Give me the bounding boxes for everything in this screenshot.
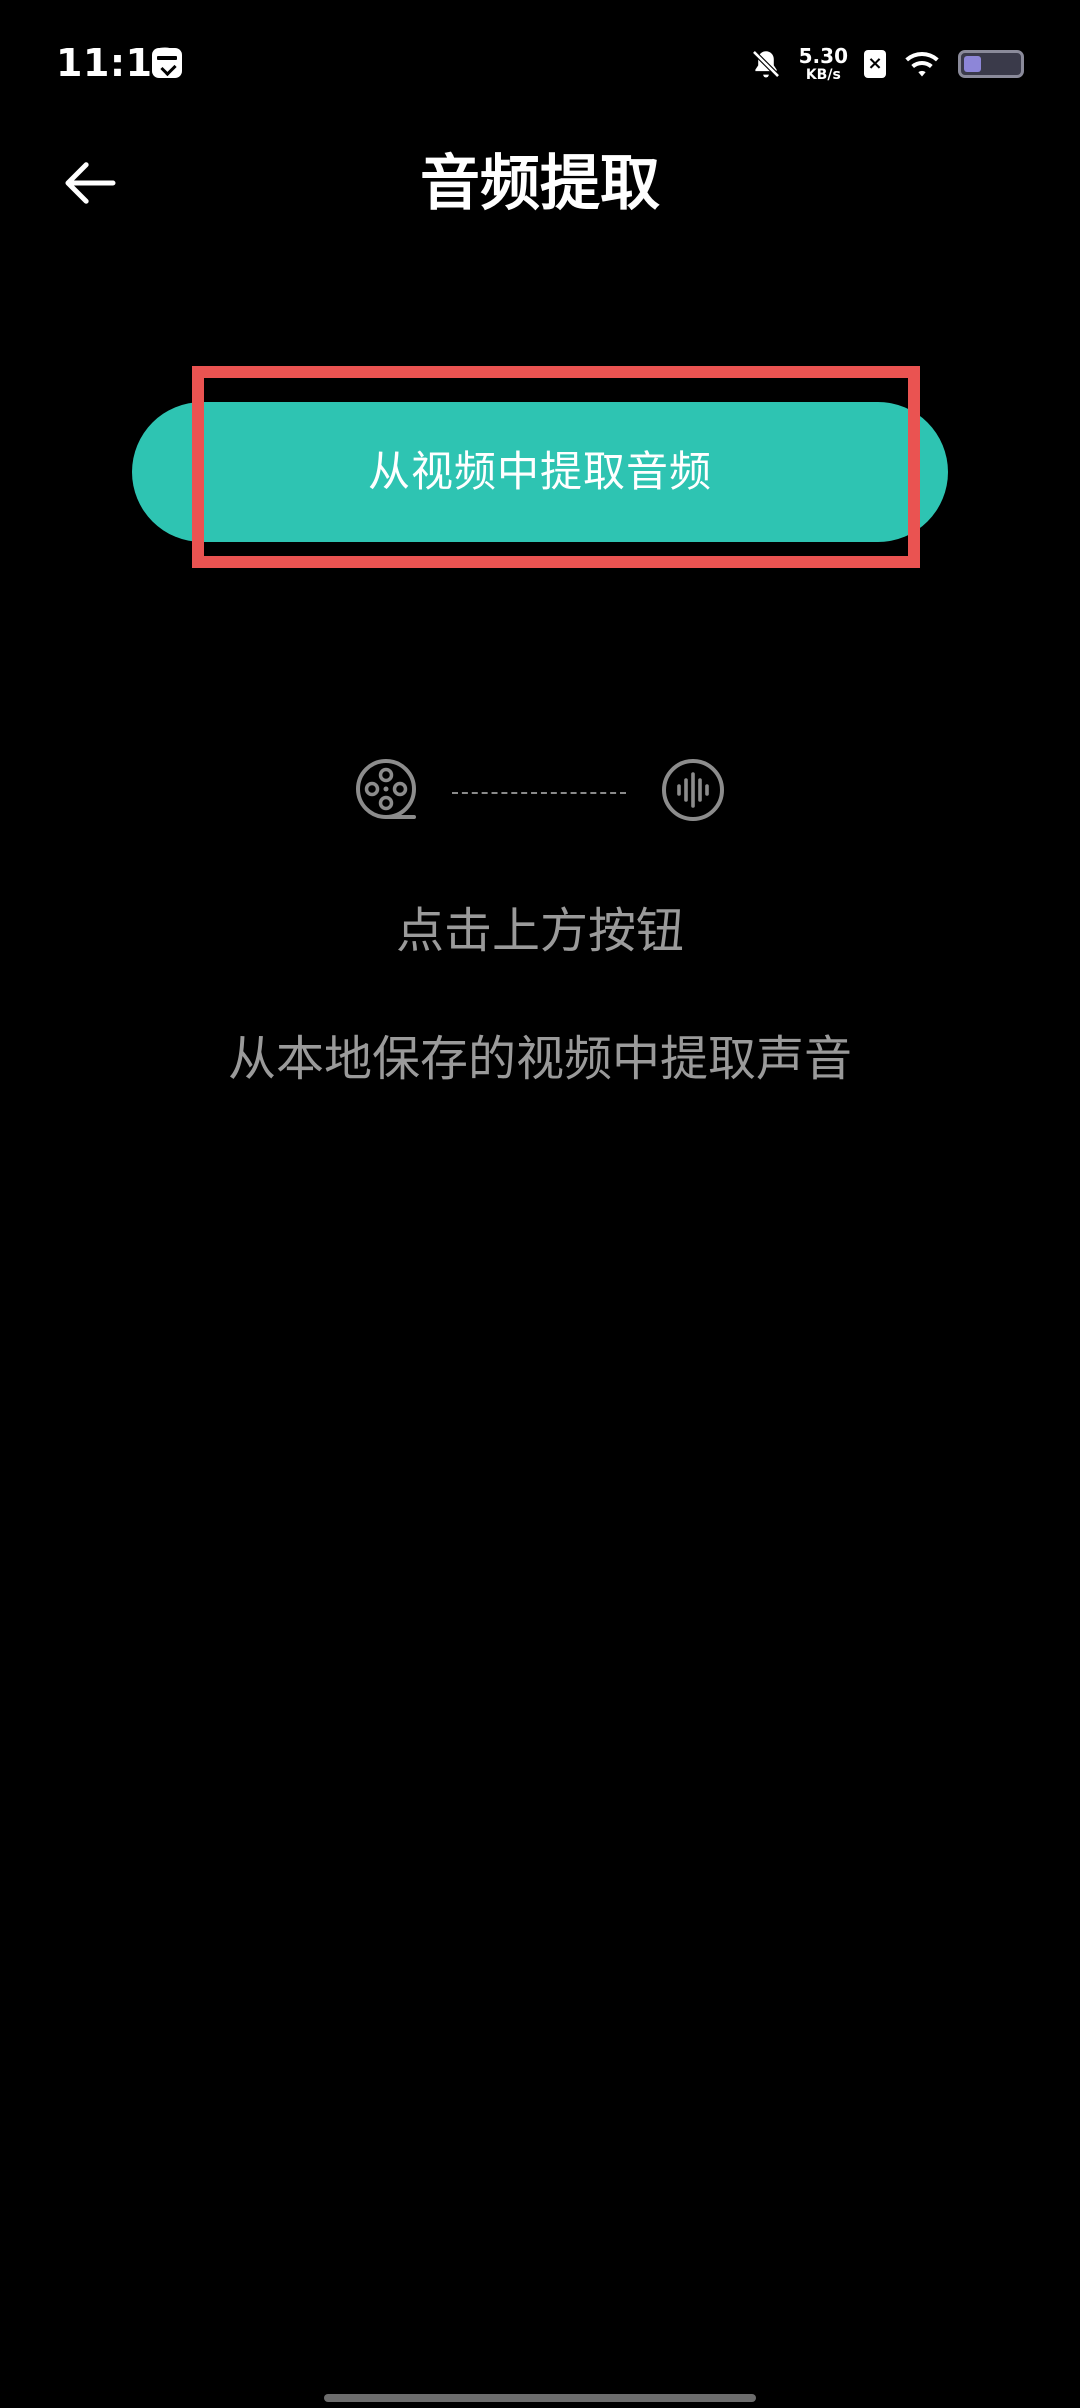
- header: 音频提取: [0, 128, 1080, 238]
- battery-fill: [964, 56, 981, 72]
- home-indicator[interactable]: [324, 2394, 756, 2402]
- sim-x-icon: ×: [864, 50, 886, 78]
- mail-app-icon: [152, 48, 182, 78]
- dashed-connector: [452, 792, 626, 794]
- battery-icon: [958, 50, 1024, 78]
- hint-secondary: 从本地保存的视频中提取声音: [227, 1031, 852, 1087]
- net-speed-unit: KB/s: [805, 67, 841, 83]
- status-bar: 11:12 5.30 KB/s ×: [0, 0, 1080, 128]
- page-title: 音频提取: [420, 149, 660, 219]
- net-speed: 5.30 KB/s: [799, 46, 848, 82]
- bell-off-icon: [751, 50, 780, 78]
- screen: 11:12 5.30 KB/s × 音频提取 从视频中提取音频 点击上方按钮 从…: [0, 0, 1080, 2408]
- hint-primary: 点击上方按钮: [395, 903, 684, 959]
- wifi-icon: [905, 52, 939, 77]
- net-speed-value: 5.30: [798, 44, 848, 68]
- illustration: [0, 755, 1080, 831]
- status-icons: 5.30 KB/s ×: [749, 40, 1024, 88]
- film-reel-icon: [356, 759, 416, 819]
- audio-wave-icon: [662, 759, 724, 821]
- extract-audio-button[interactable]: 从视频中提取音频: [132, 402, 948, 542]
